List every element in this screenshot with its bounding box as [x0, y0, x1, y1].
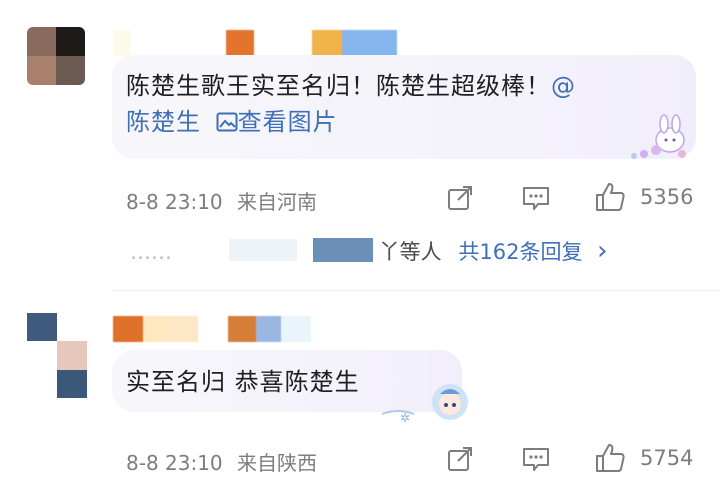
- comment-text: 实至名归 恭喜陈楚生: [126, 368, 360, 396]
- reply-ellipsis: ……: [130, 240, 172, 264]
- username-blurred[interactable]: [113, 30, 413, 56]
- reply-users-suffix: 丫等人: [378, 240, 442, 264]
- chibi-sticker-icon: ✲: [378, 378, 474, 430]
- comment-icon[interactable]: [521, 184, 551, 212]
- comment-text: 陈楚生歌王实至名归！陈楚生超级棒！@ 陈楚生 查看图片: [126, 68, 686, 142]
- mention-link[interactable]: 陈楚生: [126, 108, 201, 136]
- comment-icon[interactable]: [521, 445, 551, 473]
- view-replies-link[interactable]: 共162条回复: [458, 240, 582, 264]
- bunny-sticker-icon: [622, 112, 702, 166]
- location: 来自河南: [237, 190, 318, 214]
- view-image-link[interactable]: 查看图片: [216, 108, 338, 136]
- mention-at[interactable]: @: [551, 72, 576, 100]
- avatar[interactable]: [27, 313, 87, 398]
- image-icon: [216, 106, 238, 142]
- timestamp: 8-8 23:10: [126, 190, 223, 214]
- timestamp: 8-8 23:10: [126, 451, 223, 475]
- reply-users-blurred: [228, 237, 379, 268]
- share-icon[interactable]: [446, 184, 474, 212]
- divider: [112, 290, 720, 291]
- username-blurred[interactable]: [113, 316, 323, 342]
- like-count: 5356: [640, 185, 694, 209]
- location: 来自陕西: [237, 451, 318, 475]
- avatar[interactable]: [27, 27, 85, 85]
- comment-body: 陈楚生歌王实至名归！陈楚生超级棒！: [126, 72, 551, 100]
- comment-meta: 8-8 23:10 来自河南: [126, 186, 317, 215]
- reply-summary[interactable]: …… 丫等人 共162条回复 ›: [130, 236, 630, 268]
- like-icon[interactable]: [594, 442, 626, 474]
- like-count: 5754: [640, 446, 694, 470]
- svg-text:✲: ✲: [400, 411, 410, 425]
- comment-meta: 8-8 23:10 来自陕西: [126, 447, 317, 476]
- chevron-right-icon[interactable]: ›: [597, 236, 607, 266]
- like-icon[interactable]: [594, 181, 626, 213]
- share-icon[interactable]: [446, 445, 474, 473]
